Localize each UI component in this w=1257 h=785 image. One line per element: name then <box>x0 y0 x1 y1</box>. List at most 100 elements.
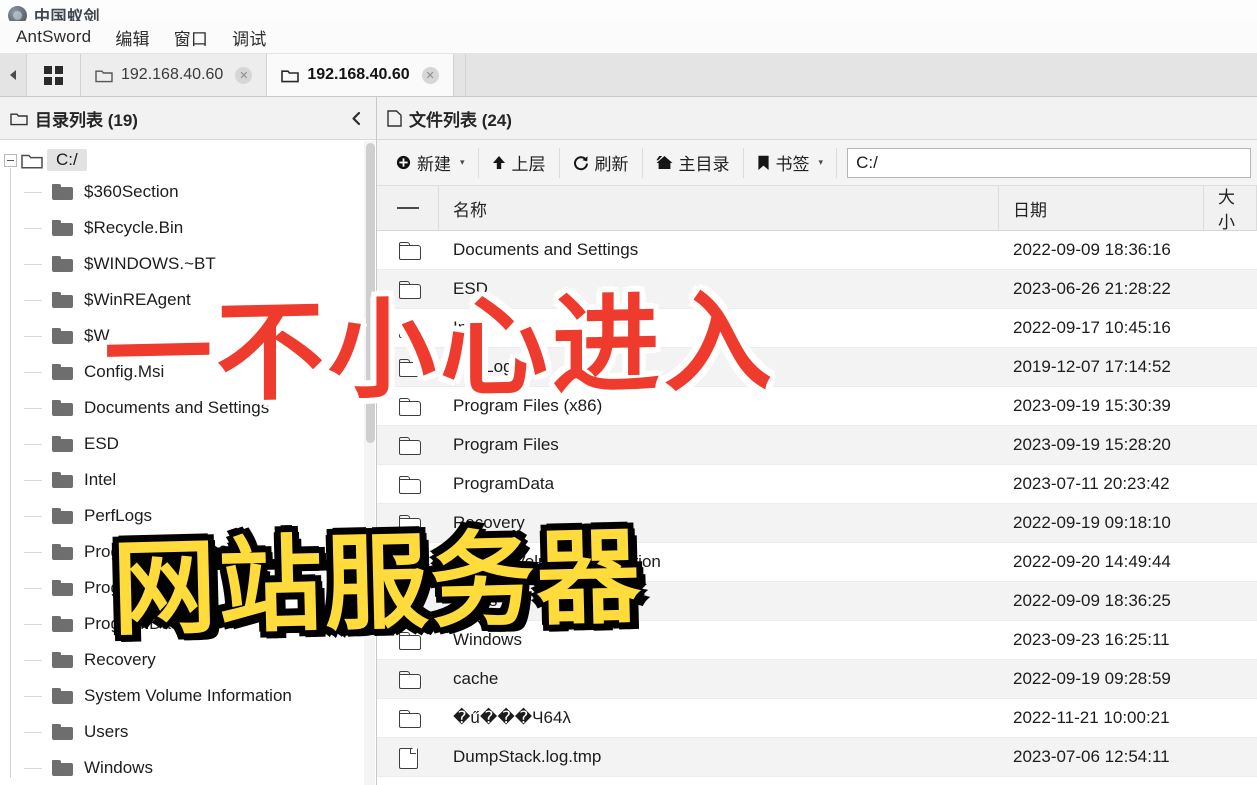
tree-item-label: Windows <box>84 758 153 777</box>
bookmark-button[interactable]: 书签 ▾ <box>744 147 838 178</box>
new-button[interactable]: 新建 ▾ <box>383 147 479 178</box>
folder-icon <box>399 398 421 416</box>
close-icon[interactable]: ✕ <box>421 66 439 84</box>
tree-item-intel[interactable]: Intel <box>24 462 376 498</box>
folder-icon <box>52 652 73 668</box>
tree-root-node[interactable]: C:/ <box>0 146 376 174</box>
tree-item-users[interactable]: Users <box>24 714 376 750</box>
tree-item-recovery[interactable]: Recovery <box>24 642 376 678</box>
chevron-down-icon[interactable]: ▾ <box>819 157 824 168</box>
row-date: 2022-09-09 18:36:16 <box>1013 240 1171 259</box>
select-all-checkbox[interactable] <box>377 185 439 231</box>
directory-tree-header: 目录列表 (19) <box>0 97 376 140</box>
table-row[interactable]: Intel 2022-09-17 10:45:16 <box>377 309 1257 348</box>
folder-icon <box>399 242 421 260</box>
table-row[interactable]: �ű���Ч64λ 2022-11-21 10:00:21 <box>377 699 1257 738</box>
tab-scroll-left-button[interactable] <box>0 54 27 96</box>
menu-item-debug[interactable]: 调试 <box>220 22 278 53</box>
table-row[interactable]: Recovery 2022-09-19 09:18:10 <box>377 504 1257 543</box>
tree-collapse-toggle-icon[interactable] <box>4 153 17 167</box>
row-date: 2023-06-26 21:28:22 <box>1013 279 1171 298</box>
up-button-label: 上层 <box>511 155 546 174</box>
path-input[interactable]: C:/ <box>847 147 1251 178</box>
tree-item-label: ESD <box>84 434 119 453</box>
tree-item-360section[interactable]: $360Section <box>24 174 376 210</box>
folder-icon <box>21 154 43 169</box>
row-date: 2023-09-19 15:30:39 <box>1013 396 1171 415</box>
table-row[interactable]: cache 2022-09-19 09:28:59 <box>377 660 1257 699</box>
file-table-header: 名称 日期 大小 <box>377 185 1257 232</box>
up-button[interactable]: 上层 <box>479 147 560 178</box>
column-header-size[interactable]: 大小 <box>1204 185 1257 232</box>
tab-overview-button[interactable] <box>27 54 81 96</box>
tree-item-winreagent[interactable]: $WinREAgent <box>24 282 376 318</box>
new-button-label: 新建 <box>417 155 451 174</box>
tree-item-w[interactable]: $W <box>24 318 376 354</box>
menu-item-window[interactable]: 窗口 <box>162 22 220 53</box>
table-row[interactable]: Program Files 2023-09-19 15:28:20 <box>377 426 1257 465</box>
refresh-button[interactable]: 刷新 <box>560 147 643 178</box>
grid-view-icon <box>44 65 63 85</box>
table-row[interactable]: Program Files (x86) 2023-09-19 15:30:39 <box>377 387 1257 426</box>
home-button-label: 主目录 <box>678 155 730 174</box>
row-name: Program Files <box>453 435 559 454</box>
row-date: 2019-12-07 17:14:52 <box>1013 357 1171 376</box>
row-size <box>1204 660 1257 699</box>
table-row[interactable]: DumpStack.log.tmp 2023-07-06 12:54:11 <box>377 738 1257 777</box>
column-header-name[interactable]: 名称 <box>439 185 999 231</box>
row-date: 2023-07-11 20:23:42 <box>1013 474 1170 493</box>
row-name: �ű���Ч64λ <box>453 708 571 727</box>
table-row[interactable]: Users 2022-09-09 18:36:25 <box>377 582 1257 621</box>
table-row[interactable]: ProgramData 2023-07-11 20:23:42 <box>377 465 1257 504</box>
close-icon[interactable]: ✕ <box>235 66 253 84</box>
directory-tree-scrollbar-thumb[interactable] <box>366 143 375 443</box>
tree-item-system-volume-information[interactable]: System Volume Information <box>24 678 376 714</box>
folder-icon <box>52 436 73 452</box>
tree-item-windows[interactable]: Windows <box>24 750 376 785</box>
arrow-up-icon <box>492 156 505 169</box>
row-icon-cell <box>377 543 439 582</box>
table-row[interactable]: Windows 2023-09-23 16:25:11 <box>377 621 1257 660</box>
antsword-window: 中国蚁剑 AntSword 编辑 窗口 调试 192.168.40.60 ✕ 1… <box>0 0 1257 785</box>
tree-item-label: Documents and Settings <box>84 398 270 417</box>
menu-item-antsword[interactable]: AntSword <box>4 24 103 50</box>
tabstrip-empty-space <box>465 54 1257 96</box>
row-icon-cell <box>377 231 439 270</box>
tree-item-windows-bt[interactable]: $WINDOWS.~BT <box>24 246 376 282</box>
tree-item-program-files[interactable]: Program Files <box>24 570 376 606</box>
tree-item-perflogs[interactable]: PerfLogs <box>24 498 376 534</box>
folder-icon <box>399 359 421 377</box>
tree-item-program-files-x86[interactable]: Program Files (x86) <box>24 534 376 570</box>
table-row[interactable]: System Volume Information 2022-09-20 14:… <box>377 543 1257 582</box>
collapse-sidebar-button[interactable] <box>347 110 366 127</box>
row-size <box>1204 699 1257 738</box>
tree-item-config-msi[interactable]: Config.Msi <box>24 354 376 390</box>
tree-item-documents-and-settings[interactable]: Documents and Settings <box>24 390 376 426</box>
tree-item-label: Program Files <box>84 578 190 597</box>
tree-item-label: Intel <box>84 470 117 489</box>
row-name: Recovery <box>453 513 525 532</box>
row-size <box>1204 270 1257 309</box>
file-table-body[interactable]: Documents and Settings 2022-09-09 18:36:… <box>377 231 1257 785</box>
chevron-down-icon[interactable]: ▾ <box>460 157 465 168</box>
folder-icon <box>10 113 28 125</box>
table-row[interactable]: PerfLogs 2019-12-07 17:14:52 <box>377 348 1257 387</box>
tab-connection-2[interactable]: 192.168.40.60 ✕ <box>267 54 454 96</box>
folder-icon <box>52 508 73 524</box>
menubar: AntSword 编辑 窗口 调试 <box>0 21 1257 54</box>
tree-item-programdata[interactable]: ProgramData <box>24 606 376 642</box>
tree-item-recycle-bin[interactable]: $Recycle.Bin <box>24 210 376 246</box>
table-row[interactable]: ESD 2023-06-26 21:28:22 <box>377 270 1257 309</box>
menu-item-edit[interactable]: 编辑 <box>103 22 161 53</box>
folder-icon <box>52 580 73 596</box>
home-button[interactable]: 主目录 <box>643 147 744 178</box>
row-date: 2022-09-09 18:36:25 <box>1013 591 1171 610</box>
tree-item-label: $WINDOWS.~BT <box>84 254 216 273</box>
row-icon-cell <box>377 270 439 309</box>
row-size <box>1204 738 1257 777</box>
tab-connection-1[interactable]: 192.168.40.60 ✕ <box>81 54 268 96</box>
directory-tree-body[interactable]: C:/ $360Section $Recycle.Bin $WINDOWS.~B… <box>0 140 376 785</box>
column-header-date[interactable]: 日期 <box>999 185 1204 231</box>
tree-item-esd[interactable]: ESD <box>24 426 376 462</box>
table-row[interactable]: Documents and Settings 2022-09-09 18:36:… <box>377 231 1257 270</box>
